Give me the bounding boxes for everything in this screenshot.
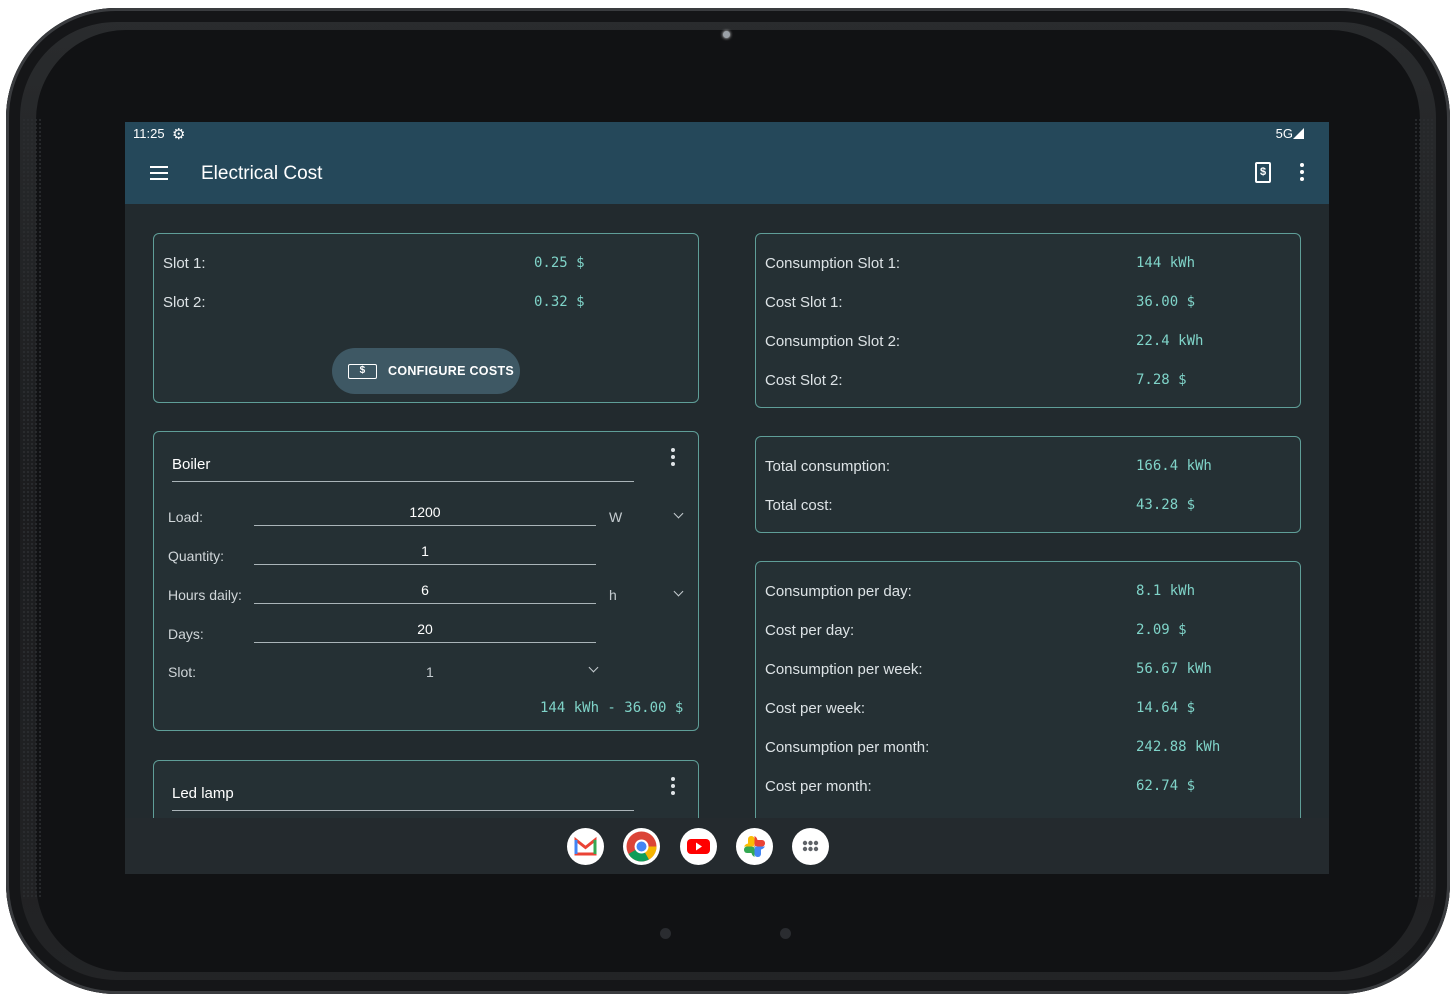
days-label: Days: [168, 626, 204, 642]
taskbar-dock [125, 818, 1329, 874]
slot-summary-card: Consumption Slot 1: 144 kWh Cost Slot 1:… [755, 233, 1301, 408]
period-label: Consumption per day: [765, 583, 912, 600]
period-value: 56.67 kWh [1136, 661, 1212, 677]
settings-gear-icon: ⚙ [172, 126, 186, 143]
slot-select[interactable]: 1 [426, 664, 434, 680]
hours-unit-select[interactable]: h [609, 587, 617, 603]
appliance-summary: 144 kWh - 36.00 $ [540, 700, 684, 716]
summary-value: 144 kWh [1136, 255, 1196, 271]
rates-card: Slot 1: 0.25 $ Slot 2: 0.32 $ $ CONFIGUR… [153, 233, 699, 403]
youtube-icon[interactable] [680, 828, 717, 865]
hours-input[interactable]: 6 [254, 582, 596, 604]
hours-label: Hours daily: [168, 587, 242, 603]
total-consumption-value: 166.4 kWh [1136, 458, 1212, 474]
load-input[interactable]: 1200 [254, 504, 596, 526]
summary-value: 36.00 $ [1136, 294, 1196, 310]
appliance-name-input[interactable]: Boiler [172, 456, 634, 482]
period-label: Cost per month: [765, 778, 872, 795]
appliance-name-input[interactable]: Led lamp [172, 785, 634, 811]
status-time: 11:25 [133, 126, 165, 141]
left-speaker-grille [22, 118, 42, 898]
slot-label: Slot: [168, 664, 197, 680]
sensor-left [660, 928, 671, 939]
appliance-menu-icon[interactable] [670, 448, 676, 469]
chevron-down-icon[interactable] [673, 508, 684, 519]
slot2-label: Slot 2: [163, 294, 206, 311]
quantity-label: Quantity: [168, 548, 225, 564]
hamburger-menu-icon[interactable] [150, 166, 168, 180]
chevron-down-icon[interactable] [588, 662, 599, 673]
right-speaker-grille [1414, 118, 1434, 898]
summary-value: 22.4 kWh [1136, 333, 1204, 349]
period-stats-card: Consumption per day: 8.1 kWh Cost per da… [755, 561, 1301, 861]
chevron-down-icon[interactable] [673, 586, 684, 597]
total-cost-label: Total cost: [765, 497, 833, 514]
quantity-input[interactable]: 1 [254, 543, 596, 565]
screen: 11:25 ⚙ 5G Electrical Cost $ Slot 1: 0.2… [125, 122, 1329, 874]
period-label: Cost per day: [765, 622, 855, 639]
period-label: Cost per week: [765, 700, 866, 717]
total-consumption-label: Total consumption: [765, 458, 891, 475]
app-title: Electrical Cost [201, 163, 323, 184]
totals-card: Total consumption: 166.4 kWh Total cost:… [755, 436, 1301, 533]
slot1-value: 0.25 $ [534, 255, 585, 271]
app-bar: Electrical Cost $ [125, 146, 1329, 204]
period-value: 8.1 kWh [1136, 583, 1196, 599]
days-input[interactable]: 20 [254, 621, 596, 643]
cash-icon: $ [348, 364, 377, 379]
configure-costs-button[interactable]: $ CONFIGURE COSTS [332, 348, 520, 394]
summary-label: Consumption Slot 1: [765, 255, 901, 272]
overflow-menu-icon[interactable] [1299, 163, 1305, 184]
appliance-card-boiler: Boiler Load: 1200 W Quantity: 1 Hours da… [153, 431, 699, 731]
total-cost-value: 43.28 $ [1136, 497, 1196, 513]
status-bar: 11:25 ⚙ 5G [125, 122, 1329, 146]
summary-value: 7.28 $ [1136, 372, 1187, 388]
period-value: 14.64 $ [1136, 700, 1196, 716]
invoice-document-icon[interactable]: $ [1255, 162, 1271, 183]
network-type: 5G [1275, 126, 1293, 141]
period-value: 2.09 $ [1136, 622, 1187, 638]
period-label: Consumption per week: [765, 661, 923, 678]
summary-label: Cost Slot 1: [765, 294, 843, 311]
front-camera [723, 31, 730, 38]
summary-label: Consumption Slot 2: [765, 333, 901, 350]
load-label: Load: [168, 509, 204, 525]
summary-label: Cost Slot 2: [765, 372, 843, 389]
period-value: 242.88 kWh [1136, 739, 1221, 755]
sensor-right [780, 928, 791, 939]
period-label: Consumption per month: [765, 739, 930, 756]
load-unit-select[interactable]: W [609, 509, 622, 525]
configure-costs-label: CONFIGURE COSTS [388, 364, 515, 378]
appliance-menu-icon[interactable] [670, 777, 676, 798]
signal-icon [1293, 128, 1304, 139]
period-value: 62.74 $ [1136, 778, 1196, 794]
photos-icon[interactable] [736, 828, 773, 865]
app-drawer-icon[interactable] [792, 828, 829, 865]
gmail-icon[interactable] [567, 828, 604, 865]
chrome-icon[interactable] [623, 828, 660, 865]
slot2-value: 0.32 $ [534, 294, 585, 310]
slot1-label: Slot 1: [163, 255, 206, 272]
